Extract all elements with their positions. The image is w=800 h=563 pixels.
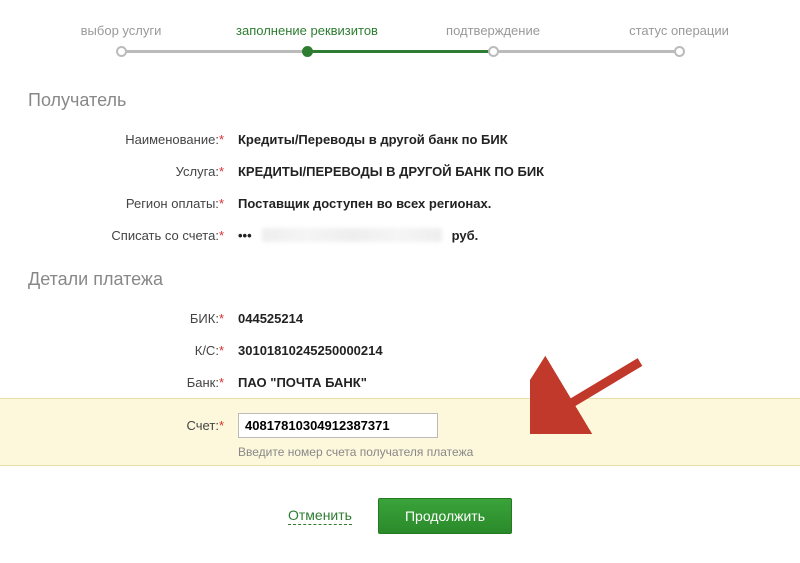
step-circle-icon: [488, 46, 499, 57]
label-account: Счет:: [187, 418, 219, 433]
step-label: выбор услуги: [81, 23, 162, 38]
payment-details-section-title: Детали платежа: [28, 269, 772, 290]
step-label: подтверждение: [446, 23, 540, 38]
row-bik: БИК:* 044525214: [28, 302, 772, 334]
value-bank: ПАО "ПОЧТА БАНК": [238, 375, 367, 390]
row-name: Наименование:* Кредиты/Переводы в другой…: [28, 123, 772, 155]
required-marker: *: [219, 375, 224, 390]
account-highlight-row: Счет:* Введите номер счета получателя пл…: [0, 398, 800, 466]
actions-bar: Отменить Продолжить: [28, 498, 772, 534]
debit-blurred-region: [262, 228, 442, 242]
step-label: статус операции: [629, 23, 729, 38]
step-label: заполнение реквизитов: [236, 23, 378, 38]
value-debit-currency: руб.: [452, 228, 479, 243]
stepper: выбор услуги заполнение реквизитов подтв…: [28, 20, 772, 60]
row-bank: Банк:* ПАО "ПОЧТА БАНК": [28, 366, 772, 398]
required-marker: *: [219, 311, 224, 326]
step-circle-icon: [674, 46, 685, 57]
label-ks: К/С:: [195, 343, 219, 358]
required-marker: *: [219, 343, 224, 358]
label-debit: Списать со счета:: [111, 228, 219, 243]
label-bank: Банк:: [187, 375, 219, 390]
row-debit-account: Списать со счета:* ••• руб.: [28, 219, 772, 251]
label-bik: БИК:: [190, 311, 219, 326]
label-service: Услуга:: [176, 164, 219, 179]
continue-button[interactable]: Продолжить: [378, 498, 512, 534]
row-ks: К/С:* 30101810245250000214: [28, 334, 772, 366]
cancel-button[interactable]: Отменить: [288, 507, 352, 525]
label-name: Наименование:: [125, 132, 219, 147]
row-region: Регион оплаты:* Поставщик доступен во вс…: [28, 187, 772, 219]
value-name: Кредиты/Переводы в другой банк по БИК: [238, 132, 508, 147]
account-hint: Введите номер счета получателя платежа: [238, 445, 772, 459]
value-service: КРЕДИТЫ/ПЕРЕВОДЫ В ДРУГОЙ БАНК ПО БИК: [238, 164, 544, 179]
recipient-section-title: Получатель: [28, 90, 772, 111]
label-region: Регион оплаты:: [126, 196, 219, 211]
step-circle-icon: [302, 46, 313, 57]
value-debit-masked: •••: [238, 228, 252, 243]
required-marker: *: [219, 132, 224, 147]
required-marker: *: [219, 196, 224, 211]
required-marker: *: [219, 418, 224, 433]
value-region: Поставщик доступен во всех регионах.: [238, 196, 491, 211]
value-bik: 044525214: [238, 311, 303, 326]
required-marker: *: [219, 228, 224, 243]
value-ks: 30101810245250000214: [238, 343, 383, 358]
required-marker: *: [219, 164, 224, 179]
account-input[interactable]: [238, 413, 438, 438]
step-circle-icon: [116, 46, 127, 57]
row-service: Услуга:* КРЕДИТЫ/ПЕРЕВОДЫ В ДРУГОЙ БАНК …: [28, 155, 772, 187]
